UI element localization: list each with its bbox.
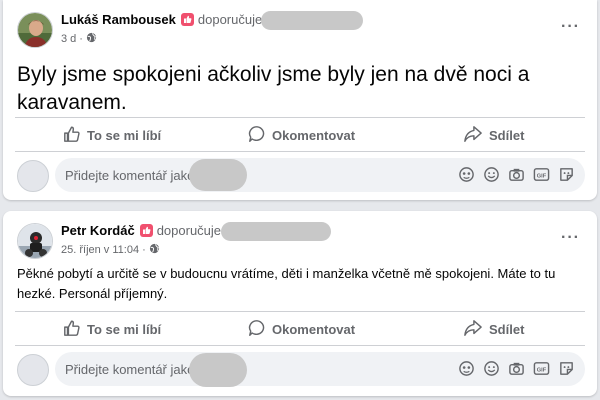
emoji-icon[interactable] — [483, 166, 500, 183]
redacted-user-name — [189, 353, 247, 387]
comment-placeholder: Přidejte komentář jako — [65, 168, 195, 183]
avatar-sticker-icon[interactable] — [458, 360, 475, 377]
comment-button[interactable]: Okomentovat — [248, 125, 355, 146]
more-options-icon[interactable]: ··· — [561, 229, 580, 247]
share-arrow-icon — [463, 319, 483, 340]
share-label: Sdílet — [489, 322, 525, 337]
divider — [15, 345, 585, 346]
recommend-label: doporučuje — [156, 223, 222, 238]
camera-icon[interactable] — [508, 166, 525, 183]
comment-composer: Přidejte komentář jako GIF — [15, 352, 585, 388]
comment-composer: Přidejte komentář jako GIF — [15, 158, 585, 194]
share-arrow-icon — [463, 125, 483, 146]
comment-tools: GIF — [458, 360, 575, 377]
post-text: Byly jsme spokojeni ačkoliv jsme byly je… — [17, 63, 530, 114]
post-time[interactable]: 25. říjen v 11:04 — [61, 244, 139, 256]
current-user-avatar[interactable] — [17, 160, 49, 192]
redacted-page-name — [261, 11, 363, 30]
gif-icon[interactable]: GIF — [533, 166, 550, 183]
post-meta: 25. říjen v 11:04 · — [61, 243, 160, 257]
comment-tools: GIF — [458, 166, 575, 183]
post-header: Lukáš Rambousek doporučuje — [61, 12, 262, 27]
like-label: To se mi líbí — [87, 128, 162, 143]
author-avatar[interactable] — [17, 223, 53, 259]
share-button[interactable]: Sdílet — [463, 319, 524, 340]
speech-bubble-icon — [248, 319, 266, 340]
redacted-user-name — [189, 159, 247, 191]
gif-icon[interactable]: GIF — [533, 360, 550, 377]
author-avatar[interactable] — [17, 12, 53, 48]
post-meta: 3 d · — [61, 32, 97, 46]
post-header: Petr Kordáč doporučuje — [61, 223, 221, 238]
recommend-icon — [180, 13, 194, 26]
post-time[interactable]: 3 d — [61, 33, 76, 45]
sticker-icon[interactable] — [558, 360, 575, 377]
svg-text:GIF: GIF — [537, 367, 547, 373]
more-options-icon[interactable]: ··· — [561, 18, 580, 36]
post-card: Petr Kordáč doporučuje 25. říjen v 11:04… — [3, 211, 597, 396]
like-button[interactable]: To se mi líbí — [63, 319, 161, 340]
camera-icon[interactable] — [508, 360, 525, 377]
comment-label: Okomentovat — [272, 128, 356, 143]
recommend-icon — [139, 224, 153, 237]
sticker-icon[interactable] — [558, 166, 575, 183]
thumbs-up-icon — [63, 319, 81, 340]
svg-text:GIF: GIF — [537, 173, 547, 179]
post-text: Pěkné pobytí a určitě se v budoucnu vrát… — [17, 266, 556, 301]
share-button[interactable]: Sdílet — [463, 125, 524, 146]
comment-button[interactable]: Okomentovat — [248, 319, 355, 340]
comment-placeholder: Přidejte komentář jako — [65, 362, 195, 377]
thumbs-up-icon — [63, 125, 81, 146]
author-name[interactable]: Lukáš Rambousek — [61, 12, 176, 27]
emoji-icon[interactable] — [483, 360, 500, 377]
divider — [15, 311, 585, 312]
recommend-label: doporučuje — [197, 12, 263, 27]
like-label: To se mi líbí — [87, 322, 162, 337]
globe-icon[interactable] — [86, 32, 97, 46]
share-label: Sdílet — [489, 128, 525, 143]
like-button[interactable]: To se mi líbí — [63, 125, 161, 146]
comment-input[interactable]: Přidejte komentář jako GIF — [55, 352, 585, 386]
divider — [15, 117, 585, 118]
post-card: Lukáš Rambousek doporučuje 3 d · ··· Byl… — [3, 0, 597, 200]
comment-input[interactable]: Přidejte komentář jako GIF — [55, 158, 585, 192]
speech-bubble-icon — [248, 125, 266, 146]
avatar-sticker-icon[interactable] — [458, 166, 475, 183]
comment-label: Okomentovat — [272, 322, 356, 337]
redacted-page-name — [221, 222, 331, 241]
divider — [15, 151, 585, 152]
globe-icon[interactable] — [149, 243, 160, 257]
author-name[interactable]: Petr Kordáč — [61, 223, 135, 238]
current-user-avatar[interactable] — [17, 354, 49, 386]
